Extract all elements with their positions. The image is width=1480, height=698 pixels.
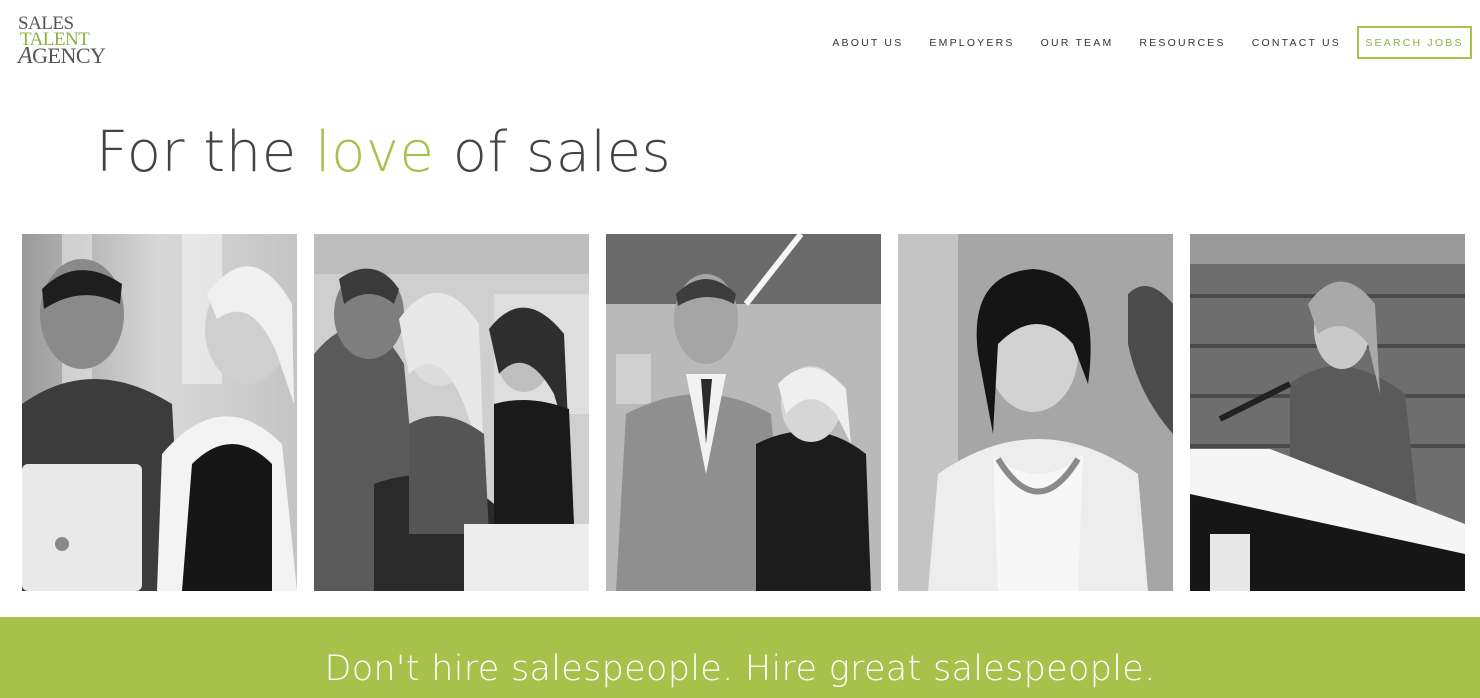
logo-initial-a: A <box>18 43 33 69</box>
photo-man-and-woman-laptop[interactable] <box>22 234 297 591</box>
photo-smiling-woman[interactable] <box>898 234 1173 591</box>
nav-contact-us[interactable]: CONTACT US <box>1252 37 1341 49</box>
logo-line-agency: AGENCY <box>18 44 128 68</box>
team-photo-gallery <box>22 234 1465 591</box>
photo-meeting-group-image <box>314 234 589 591</box>
nav-about-us[interactable]: ABOUT US <box>832 37 903 49</box>
photo-smiling-woman-image <box>898 234 1173 591</box>
photo-man-in-suit-and-woman-image <box>606 234 881 591</box>
hero-prefix: For the <box>96 120 297 185</box>
photo-woman-at-podium-image <box>1190 234 1465 591</box>
photo-man-in-suit-and-woman[interactable] <box>606 234 881 591</box>
hero-headline: For the love of sales <box>96 120 671 185</box>
main-nav: ABOUT US EMPLOYERS OUR TEAM RESOURCES CO… <box>832 26 1472 59</box>
nav-employers[interactable]: EMPLOYERS <box>929 37 1014 49</box>
nav-resources[interactable]: RESOURCES <box>1139 37 1225 49</box>
tagline-text: Don't hire salespeople. Hire great sales… <box>324 649 1156 689</box>
photo-man-and-woman-laptop-image <box>22 234 297 591</box>
sales-talent-agency-logo[interactable]: SALES TALENT AGENCY <box>18 14 128 72</box>
search-jobs-button[interactable]: SEARCH JOBS <box>1357 26 1472 59</box>
hero-accent-word: love <box>315 120 435 185</box>
hero-suffix: of sales <box>452 120 672 185</box>
logo-line-agency-rest: GENCY <box>32 43 106 68</box>
photo-meeting-group[interactable] <box>314 234 589 591</box>
site-header: SALES TALENT AGENCY ABOUT US EMPLOYERS O… <box>0 0 1480 90</box>
tagline-banner: Don't hire salespeople. Hire great sales… <box>0 617 1480 698</box>
nav-our-team[interactable]: OUR TEAM <box>1041 37 1114 49</box>
photo-woman-at-podium[interactable] <box>1190 234 1465 591</box>
